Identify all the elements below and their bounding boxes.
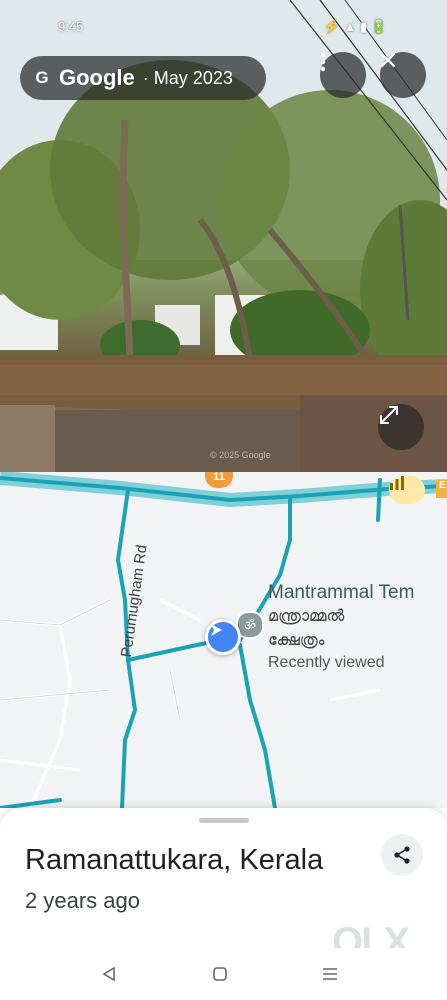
place-name-malayalam-1: മന്ത്രാമ്മൽ	[268, 608, 345, 625]
home-icon	[213, 967, 227, 981]
share-button[interactable]	[381, 834, 423, 876]
nav-recents-button[interactable]	[318, 962, 342, 986]
back-icon	[102, 966, 115, 982]
street-view-source-badge: G Google · May 2023	[20, 56, 266, 100]
traffic-chart-button[interactable]	[389, 476, 425, 504]
system-navigation-bar	[0, 948, 447, 1000]
capture-age: 2 years ago	[25, 888, 140, 913]
expand-icon	[380, 406, 398, 424]
more-options-button[interactable]	[320, 52, 366, 98]
recents-icon	[323, 968, 337, 980]
edge-badge: E	[436, 480, 447, 498]
close-button[interactable]	[380, 52, 426, 98]
sheet-drag-handle[interactable]	[199, 818, 249, 823]
bar-chart-icon	[390, 476, 404, 490]
place-name-malayalam-2: ക്ഷേത്രം	[268, 632, 325, 649]
status-icons: ⚡ ▲ ▮ 🔋	[323, 19, 387, 34]
place-status: Recently viewed	[268, 654, 385, 671]
image-watermark: © 2025 Google	[210, 450, 271, 460]
provider-name: Google	[59, 65, 135, 90]
badge-separator: ·	[142, 67, 149, 88]
share-icon	[394, 846, 410, 864]
status-time: 9:45	[58, 19, 84, 34]
expand-button[interactable]	[378, 404, 424, 450]
status-bar: 9:45 ⚡ ▲ ▮ 🔋	[0, 14, 447, 40]
street-view-image[interactable]: 9:45 ⚡ ▲ ▮ 🔋 G Google · May 2023 © 2025 …	[0, 0, 447, 472]
google-g-icon: G	[35, 68, 49, 87]
navigation-arrow-icon	[211, 624, 222, 636]
more-vert-icon	[320, 52, 326, 72]
place-name-english: Mantrammal Tem	[268, 582, 415, 603]
nav-home-button[interactable]	[208, 962, 232, 986]
close-icon	[380, 52, 396, 68]
place-label-temple[interactable]: Mantrammal Tem മന്ത്രാമ്മൽ ക്ഷേത്രം Rece…	[268, 582, 414, 672]
current-location-marker[interactable]	[205, 619, 241, 655]
map-view[interactable]: 11 E Perumugham Rd ॐ Mantrammal Tem മന്ത…	[0, 472, 447, 808]
location-name: Ramanattukara, Kerala	[25, 844, 324, 876]
nav-back-button[interactable]	[97, 962, 121, 986]
capture-date: May 2023	[153, 67, 233, 88]
